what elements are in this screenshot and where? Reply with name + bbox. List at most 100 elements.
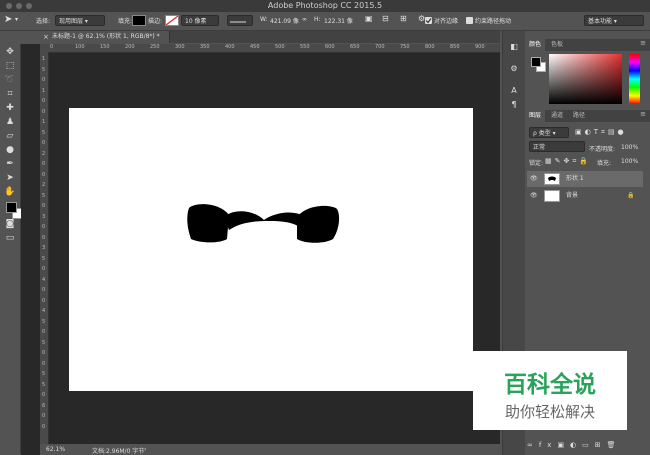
layer-row[interactable]: 👁 背景 🔒	[527, 188, 643, 204]
phone-handset-shape[interactable]	[69, 108, 473, 391]
fill-value[interactable]: 100%	[621, 158, 638, 165]
workspace-dropdown[interactable]: 基本功能 ▾	[584, 15, 644, 26]
ruler-tick-label: 200	[125, 44, 135, 50]
lock-icons[interactable]: ▦✎✥⌗🔒	[545, 157, 591, 166]
ruler-tick-label: 800	[425, 44, 435, 50]
move-tool-icon[interactable]: ✥	[3, 46, 17, 58]
paragraph-panel-icon[interactable]: ¶	[507, 99, 521, 111]
color-panel-tabs: 颜色 色板 ≡	[525, 39, 650, 51]
ruler-tick-label: 0	[42, 350, 46, 356]
path-selection-tool-icon[interactable]: ➤	[3, 172, 17, 184]
ruler-tick-label: 0	[42, 329, 46, 335]
path-operations-icon[interactable]: ▣	[365, 14, 373, 23]
layer-filter-dropdown[interactable]: ρ 类型 ▾	[529, 127, 569, 138]
ruler-tick-label: 500	[275, 44, 285, 50]
visibility-eye-icon[interactable]: 👁	[530, 171, 538, 187]
select-label: 选择:	[36, 18, 51, 25]
tab-swatches[interactable]: 色板	[547, 39, 567, 51]
stroke-swatch[interactable]	[165, 15, 179, 26]
ruler-tick-label: 0	[42, 297, 46, 304]
tools-panel: ✥ ⬚ ➰ ⌗ ✚ ♟ ▱ ● ✒ ➤ ✋ ⋯ ◙ ▭	[0, 44, 23, 454]
blend-mode-dropdown[interactable]: 正常	[529, 141, 585, 152]
ruler-tick-label: 750	[400, 44, 410, 50]
quick-mask-icon[interactable]: ◙	[3, 218, 17, 230]
crop-tool-icon[interactable]: ⌗	[3, 88, 17, 100]
tab-layers[interactable]: 图层	[525, 110, 546, 122]
align-edges-label: 对齐边缘	[434, 18, 459, 25]
eraser-tool-icon[interactable]: ▱	[3, 130, 17, 142]
ruler-tick-label: 0	[42, 413, 46, 419]
ruler-tick-label: 0	[42, 266, 46, 272]
marquee-tool-icon[interactable]: ⬚	[3, 60, 17, 72]
color-picker-field[interactable]	[549, 54, 622, 104]
clone-stamp-tool-icon[interactable]: ♟	[3, 116, 17, 128]
stroke-type-dropdown[interactable]	[227, 15, 253, 26]
layer-row[interactable]: 👁 形状 1	[527, 171, 643, 187]
link-icon[interactable]: ∞	[302, 16, 307, 23]
lasso-tool-icon[interactable]: ➰	[3, 74, 17, 86]
ruler-tick-label: 600	[325, 44, 335, 50]
color-panel-foreground-swatch[interactable]	[531, 57, 541, 67]
visibility-eye-icon[interactable]: 👁	[530, 188, 538, 204]
ruler-tick-label: 550	[300, 44, 310, 50]
ruler-tick-label: 450	[250, 44, 260, 50]
path-selection-tool-icon[interactable]: ➤	[4, 14, 12, 25]
stroke-width-dropdown[interactable]: 10 像素	[181, 15, 219, 26]
tab-color[interactable]: 颜色	[525, 39, 546, 51]
align-edges-checkbox[interactable]	[425, 17, 432, 24]
blend-mode-value: 正常	[533, 144, 546, 151]
constrain-path-checkbox[interactable]	[466, 17, 473, 24]
select-dropdown[interactable]: 现用图层 ▾	[55, 15, 105, 26]
fill-label: 填充:	[118, 18, 133, 25]
close-tab-icon[interactable]: ×	[43, 31, 49, 43]
stroke-width-value: 10 像素	[185, 18, 207, 25]
panel-menu-icon[interactable]: ≡	[640, 39, 646, 47]
ruler-tick-label: 0	[42, 171, 46, 178]
hand-tool-icon[interactable]: ✋	[3, 186, 17, 198]
foreground-color-swatch[interactable]	[6, 202, 17, 213]
ruler-tick-label: 2	[42, 182, 46, 188]
shape-thumbnail-icon	[548, 176, 556, 181]
history-panel-icon[interactable]: ◧	[507, 41, 521, 53]
screen-mode-icon[interactable]: ▭	[3, 232, 17, 244]
ruler-tick-label: 350	[200, 44, 210, 50]
ruler-tick-label: 650	[350, 44, 360, 50]
path-alignment-icon[interactable]: ⊟	[382, 14, 389, 23]
properties-panel-icon[interactable]: ⚙	[507, 63, 521, 75]
hue-slider[interactable]	[629, 54, 640, 104]
layer-name: 背景	[566, 192, 579, 199]
path-arrangement-icon[interactable]: ⊞	[400, 14, 407, 23]
lock-icon: 🔒	[627, 192, 635, 199]
ruler-tick-label: 6	[42, 402, 46, 409]
status-menu-arrow-icon[interactable]: ›	[144, 446, 146, 453]
w-value[interactable]: 421.09 像	[270, 16, 299, 25]
healing-brush-tool-icon[interactable]: ✚	[3, 102, 17, 114]
zoom-level[interactable]: 62.1%	[46, 446, 65, 453]
watermark-subtitle: 助你轻松解决	[504, 403, 595, 421]
opacity-label: 不透明度:	[589, 146, 616, 153]
fill-label: 填充:	[597, 160, 612, 167]
tool-preset-chevron-icon[interactable]: ▾	[15, 16, 18, 23]
pen-tool-icon[interactable]: ✒	[3, 158, 17, 170]
document-canvas[interactable]	[69, 108, 473, 391]
constrain-path-label: 约束路径拖动	[475, 18, 512, 25]
ruler-tick-label: 2	[42, 150, 46, 157]
fill-swatch[interactable]	[132, 15, 146, 26]
character-panel-icon[interactable]: A	[507, 85, 521, 97]
ruler-tick-label: 1	[42, 56, 46, 62]
h-value[interactable]: 122.31 像	[324, 16, 353, 25]
watermark: 百科全说 助你轻松解决	[473, 351, 627, 430]
checkmark-icon	[425, 18, 432, 24]
tab-channels[interactable]: 通道	[547, 110, 567, 122]
opacity-value[interactable]: 100%	[621, 144, 638, 151]
layer-filter-icons[interactable]: ▣◐T⌗▤●	[575, 128, 627, 137]
ruler-tick-label: 5	[42, 129, 46, 136]
document-tab[interactable]: × 未标题-1 @ 62.1% (形状 1, RGB/8*) *	[40, 31, 170, 43]
layers-footer-icons[interactable]: ∞fx▣◐▭⊞🗑	[527, 441, 645, 453]
ruler-tick-label: 250	[150, 44, 160, 50]
watermark-title: 百科全说	[504, 372, 596, 398]
blur-tool-icon[interactable]: ●	[3, 144, 17, 156]
layers-panel-menu-icon[interactable]: ≡	[640, 110, 646, 118]
tab-paths[interactable]: 路径	[569, 110, 589, 122]
ruler-tick-label: 400	[225, 44, 235, 50]
